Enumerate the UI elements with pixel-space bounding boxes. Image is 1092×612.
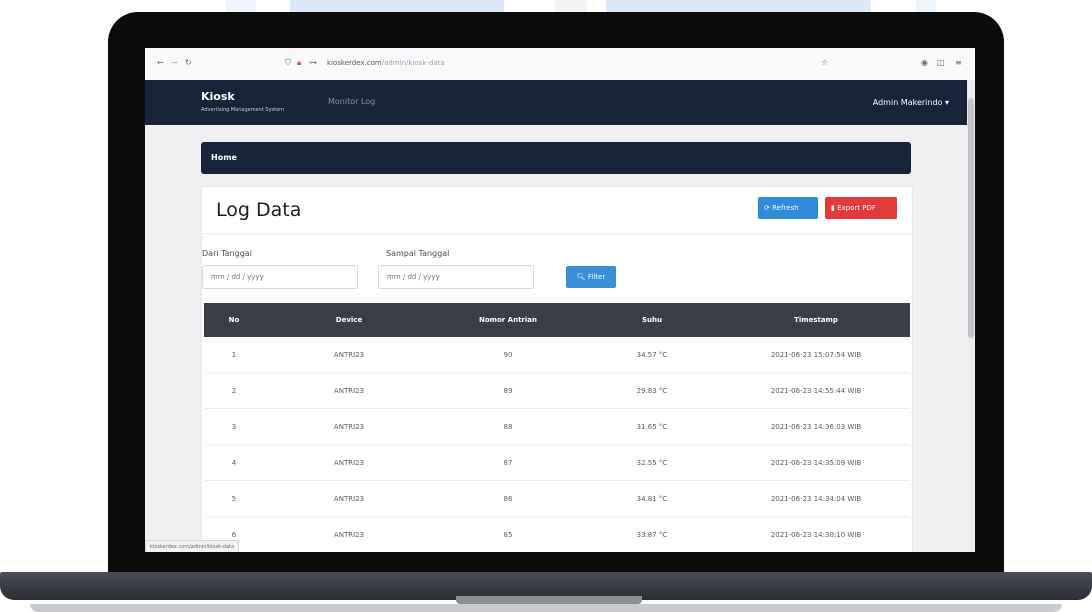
divider [202,233,912,234]
filter-button[interactable]: 🔍︎ Filter [566,266,616,288]
table-cell: 90 [434,337,582,373]
log-table: No Device Nomor Antrian Suhu Timestamp 1… [204,303,910,552]
to-date-input[interactable] [378,265,534,289]
table-cell: ANTRI23 [264,444,434,481]
table-cell: 2021-06-23 14:55:44 WIB [722,372,910,409]
table-cell: 2021-06-23 15:07:54 WIB [722,337,910,373]
from-date-input[interactable] [202,265,358,289]
table-cell: ANTRI23 [264,516,434,552]
table-header-row: No Device Nomor Antrian Suhu Timestamp [204,303,910,337]
table-cell: 2 [204,372,264,409]
search-icon: 🔍︎ [576,273,586,281]
column-header[interactable]: Nomor Antrian [434,303,582,337]
filter-label: Filter [587,273,606,281]
export-pdf-label: Export PDF [837,204,876,212]
lock-icon[interactable]: 🔒︎ [297,58,301,68]
table-cell: 2021-06-23 14:30:10 WIB [722,516,910,552]
url-host: kioskerdex.com [327,59,382,67]
table-cell: ANTRI23 [264,337,434,373]
table-cell: 34.57 °C [582,337,722,373]
table-cell: 33.87 °C [582,516,722,552]
log-data-card: Log Data ⟳ Refresh ▮ Export PDF Dari Tan… [201,186,913,552]
brand-subtitle: Advertising Management System [201,107,285,113]
table-cell: 1 [204,337,264,373]
laptop-shadow [30,604,1062,612]
breadcrumb-home[interactable]: Home [211,153,237,162]
table-cell: ANTRI23 [264,480,434,517]
table-cell: 2021-06-23 14:35:09 WIB [722,444,910,481]
scrollbar-thumb[interactable] [968,98,974,338]
table-cell: 89 [434,372,582,409]
table-row[interactable]: 4 ANTRI23 87 32.55 °C 2021-06-23 14:35:09 WI… [204,444,910,481]
to-date-label: Sampai Tanggal [386,249,450,258]
table-row[interactable]: 1 ANTRI23 90 34.57 °C 2021-06-23 15:07:54 WI… [204,337,910,373]
back-arrow-icon[interactable]: ← [157,58,164,67]
url-path: /admin/kiosk-data [381,59,445,67]
refresh-label: Refresh [772,204,799,212]
forward-arrow-icon[interactable]: → [171,58,178,67]
browser-toolbar: ← → ↻ ⛉ 🔒︎ ⊶ kioskerdex.com/admin/kiosk-… [145,48,975,81]
nav-link-monitor-log[interactable]: Monitor Log [328,97,375,106]
column-header[interactable]: Device [264,303,434,337]
table-row[interactable]: 5 ANTRI23 86 34.81 °C 2021-06-23 14:34:04 WI… [204,480,910,517]
table-row[interactable]: 6 ANTRI23 85 33.87 °C 2021-06-23 14:30:10 WI… [204,516,910,552]
table-row[interactable]: 3 ANTRI23 88 31.65 °C 2021-06-23 14:36:03 WI… [204,408,910,445]
refresh-button[interactable]: ⟳ Refresh [758,197,818,219]
table-cell: 87 [434,444,582,481]
export-pdf-button[interactable]: ▮ Export PDF [825,197,897,219]
extensions-icon[interactable]: ◫ [937,58,945,67]
table-cell: 2021-06-23 14:34:04 WIB [722,480,910,517]
permissions-icon[interactable]: ⊶ [309,58,317,67]
from-date-label: Dari Tanggal [202,249,252,258]
table-cell: 88 [434,408,582,445]
table-cell: 2021-06-23 14:36:03 WIB [722,408,910,445]
table-cell: 5 [204,480,264,517]
user-menu[interactable]: Admin Makerindo ▾ [873,98,949,107]
table-cell: 29.83 °C [582,372,722,409]
table-cell: 85 [434,516,582,552]
table-cell: ANTRI23 [264,408,434,445]
table-cell: 86 [434,480,582,517]
table-cell: 31.65 °C [582,408,722,445]
laptop-screen: ← → ↻ ⛉ 🔒︎ ⊶ kioskerdex.com/admin/kiosk-… [145,48,975,552]
table-cell: 3 [204,408,264,445]
breadcrumb: Home [201,142,911,174]
bookmark-star-icon[interactable]: ☆ [821,58,828,67]
table-cell: 32.55 °C [582,444,722,481]
url-bar[interactable]: kioskerdex.com/admin/kiosk-data [327,59,445,67]
table-cell: ANTRI23 [264,372,434,409]
refresh-icon: ⟳ [764,204,770,212]
column-header[interactable]: Timestamp [722,303,910,337]
shield-icon[interactable]: ⛉ [285,58,291,68]
reload-icon[interactable]: ↻ [185,58,192,67]
column-header[interactable]: No [204,303,264,337]
table-row[interactable]: 2 ANTRI23 89 29.83 °C 2021-06-23 14:55:44 WI… [204,372,910,409]
column-header[interactable]: Suhu [582,303,722,337]
table-cell: 34.81 °C [582,480,722,517]
laptop-notch [456,596,642,604]
top-navbar: Kiosk Advertising Management System Moni… [145,80,967,125]
page-scrollbar[interactable] [967,80,975,552]
pdf-file-icon: ▮ [831,204,835,212]
pocket-icon[interactable]: ◉ [921,58,928,67]
brand-title[interactable]: Kiosk [201,90,235,103]
table-cell: 4 [204,444,264,481]
page-title: Log Data [216,199,302,221]
browser-status-bar: kioskerdex.com/admin/kiosk-data [145,540,240,552]
hamburger-menu-icon[interactable]: ≡ [955,58,962,67]
